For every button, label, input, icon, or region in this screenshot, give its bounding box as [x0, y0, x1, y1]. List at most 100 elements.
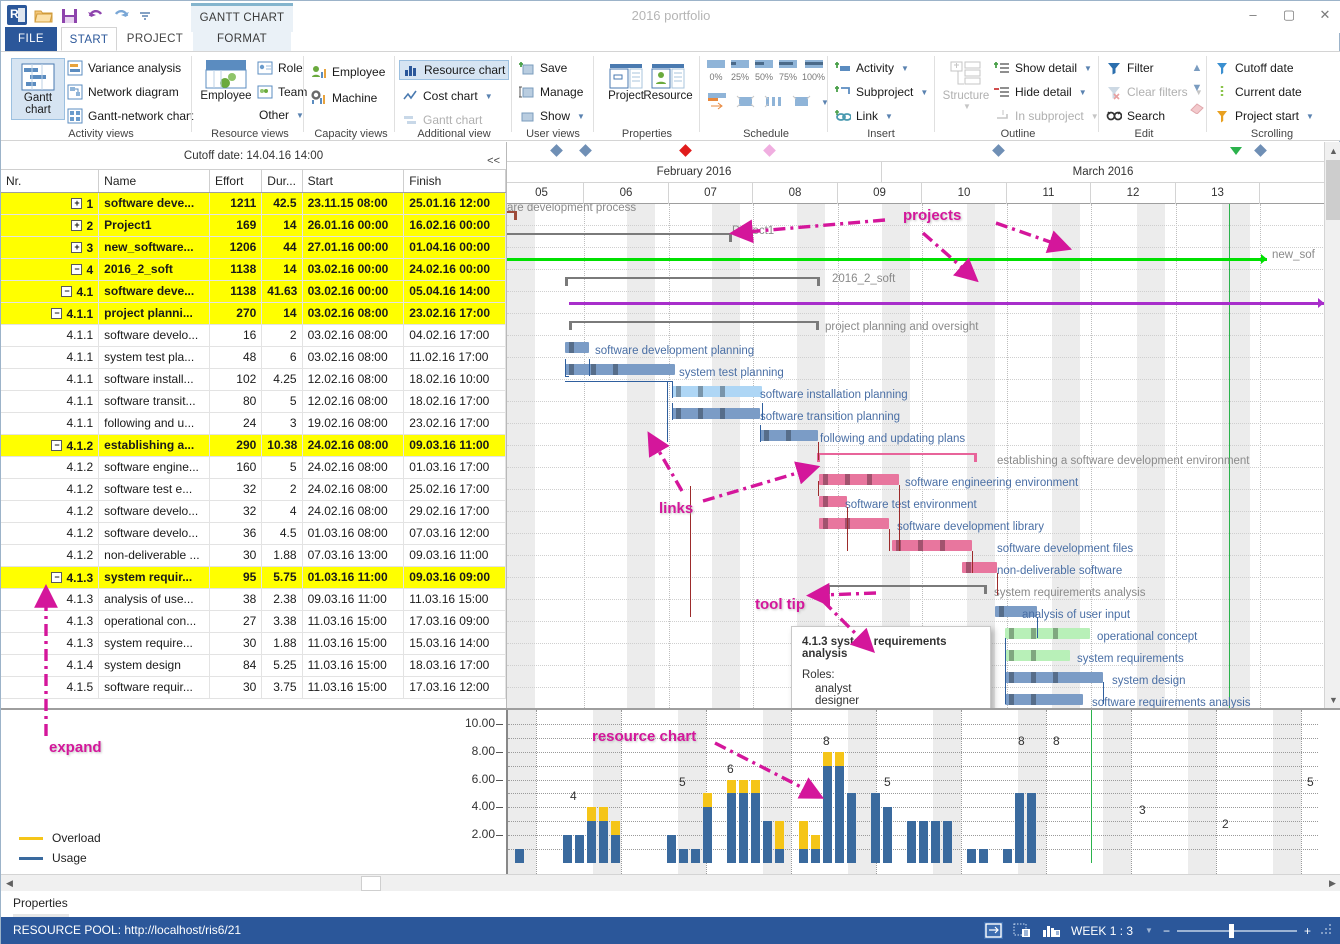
gantt-task-bar[interactable] — [1005, 694, 1083, 705]
table-row[interactable]: 4.1.2 software develo... 36 4.5 01.03.16 08:… — [1, 522, 506, 545]
gantt-task-bar[interactable] — [819, 496, 847, 507]
zoom-in-button[interactable]: + — [1304, 924, 1311, 938]
gantt-summary-bar[interactable] — [565, 277, 820, 279]
col-header-dur[interactable]: Dur... — [261, 170, 303, 193]
resource-bar[interactable] — [1015, 793, 1024, 863]
hscroll-left-arrow[interactable]: ◀ — [1, 875, 18, 892]
user-view-save-button[interactable]: Save — [519, 60, 585, 76]
table-row[interactable]: 4.1.1 system test pla... 48 6 03.02.16 08:00… — [1, 346, 506, 369]
gantt-task-bar[interactable] — [565, 364, 675, 375]
resize-grip-icon[interactable] — [1321, 922, 1333, 939]
show-detail-button[interactable]: Show detail ▼ — [993, 60, 1099, 76]
resource-bar[interactable] — [883, 807, 892, 863]
project-start-button[interactable]: Project start ▼ — [1214, 108, 1314, 124]
table-row[interactable]: 4.1.5 software requir... 30 3.75 11.03.16 15… — [1, 676, 506, 699]
resource-bar[interactable] — [847, 793, 856, 863]
chevron-down-icon[interactable]: ▼ — [1079, 88, 1087, 97]
table-row[interactable]: −4.1.3 system requir... 95 5.75 01.03.16 11:… — [1, 566, 506, 589]
close-button[interactable]: ✕ — [1317, 7, 1333, 23]
scrollbar-thumb[interactable] — [1326, 160, 1340, 220]
chevron-down-icon[interactable]: ▼ — [901, 64, 909, 73]
hscroll-right-arrow[interactable]: ▶ — [1324, 875, 1340, 892]
resource-bar[interactable] — [691, 849, 700, 863]
col-header-effort[interactable]: Effort — [209, 170, 263, 193]
resource-bar[interactable] — [563, 835, 572, 863]
timeline-diamond-marker[interactable] — [550, 144, 563, 157]
col-header-name[interactable]: Name — [98, 170, 210, 193]
employee-view-button[interactable]: Employee — [195, 58, 257, 102]
table-row[interactable]: 4.1.3 operational con... 27 3.38 11.03.16 15… — [1, 610, 506, 633]
timeline-diamond-marker[interactable] — [763, 144, 776, 157]
timeline-diamond-marker[interactable] — [579, 144, 592, 157]
collapse-toggle-icon[interactable]: − — [61, 286, 73, 298]
chevron-down-icon[interactable]: ▼ — [920, 88, 928, 97]
gantt-task-bar[interactable] — [819, 474, 899, 485]
gantt-vertical-scrollbar[interactable]: ▲ ▼ — [1324, 142, 1340, 708]
collapse-pane-button[interactable]: << — [487, 147, 500, 175]
resource-properties-button[interactable]: Resource — [641, 62, 695, 102]
resource-bar[interactable] — [919, 821, 928, 863]
gantt-task-bar[interactable] — [672, 386, 762, 397]
resource-bar[interactable] — [967, 849, 976, 863]
collapse-toggle-icon[interactable]: − — [71, 264, 83, 276]
cutoff-date-button[interactable]: Cutoff date — [1214, 60, 1314, 76]
gantt-summary-bar[interactable] — [817, 453, 977, 455]
progress-75-button[interactable]: 75% — [778, 58, 798, 82]
scroll-up-icon[interactable]: ▲ — [1192, 62, 1203, 74]
scroll-up-arrow[interactable]: ▲ — [1325, 142, 1340, 159]
resource-bar[interactable] — [979, 849, 988, 863]
zoom-slider[interactable]: − + — [1163, 923, 1311, 938]
resource-bar[interactable] — [703, 793, 712, 863]
timeline-diamond-marker[interactable] — [1254, 144, 1267, 157]
progress-50-button[interactable]: 50% — [754, 58, 774, 82]
maximize-button[interactable]: ▢ — [1281, 7, 1297, 23]
gantt-project-line[interactable] — [507, 258, 1267, 261]
table-row[interactable]: 4.1.2 software develo... 32 4 24.02.16 08:00… — [1, 500, 506, 523]
timeline-triangle-marker[interactable] — [1230, 147, 1242, 155]
hide-detail-button[interactable]: Hide detail ▼ — [994, 84, 1099, 100]
resource-bar[interactable] — [823, 751, 832, 863]
schedule-asap-icon[interactable] — [707, 92, 729, 113]
table-row[interactable]: 4.1.1 following and u... 24 3 19.02.16 08:00… — [1, 412, 506, 435]
resource-bar[interactable] — [1003, 849, 1012, 863]
tab-start[interactable]: START — [61, 27, 117, 51]
chevron-down-icon[interactable]: ▼ — [1145, 926, 1153, 935]
resource-bar[interactable] — [931, 821, 940, 863]
table-row[interactable]: 4.1.4 system design 84 5.25 11.03.16 15:00 18… — [1, 654, 506, 677]
gantt-task-bar[interactable] — [760, 430, 818, 441]
gantt-task-bar[interactable] — [892, 540, 972, 551]
gantt-task-bar[interactable] — [672, 408, 760, 419]
resource-bar[interactable] — [835, 751, 844, 863]
collapse-toggle-icon[interactable]: − — [51, 572, 63, 584]
expand-toggle-icon[interactable]: + — [71, 242, 83, 254]
minimize-button[interactable]: – — [1245, 7, 1261, 23]
cost-chart-button[interactable]: Cost chart ▼ — [402, 88, 509, 104]
table-row[interactable]: 4.1.2 software test e... 32 2 24.02.16 08:00… — [1, 478, 506, 501]
zoom-slider-track[interactable] — [1176, 923, 1297, 938]
progress-0-button[interactable]: 0% — [706, 58, 726, 82]
tab-format[interactable]: FORMAT — [193, 27, 291, 51]
hscrollbar-thumb[interactable] — [361, 876, 381, 891]
team-button[interactable]: Team — [257, 84, 307, 100]
resource-bar[interactable] — [1027, 793, 1036, 863]
table-row[interactable]: −4.1.1 project planni... 270 14 03.02.16 08:… — [1, 302, 506, 325]
collapse-toggle-icon[interactable]: − — [51, 440, 63, 452]
resource-bar[interactable] — [599, 807, 608, 863]
resource-bar[interactable] — [515, 849, 524, 863]
expand-toggle-icon[interactable]: + — [71, 220, 83, 232]
table-row[interactable]: +2 Project1 169 14 26.01.16 00:00 16.02.16 00… — [1, 214, 506, 237]
gantt-task-bar[interactable] — [1005, 628, 1090, 639]
resource-bar[interactable] — [763, 821, 772, 863]
schedule-right-icon[interactable] — [791, 92, 813, 113]
horizontal-scrollbar[interactable]: ◀ ▶ — [1, 874, 1340, 891]
resource-bar[interactable] — [907, 821, 916, 863]
table-row[interactable]: +1 software deve... 1211 42.5 23.11.15 08:00… — [1, 192, 506, 215]
gantt-network-chart-button[interactable]: Gantt-network chart — [67, 108, 193, 124]
gantt-summary-bar[interactable] — [569, 321, 819, 323]
resource-bar[interactable] — [679, 849, 688, 863]
chevron-down-icon[interactable]: ▼ — [885, 112, 893, 121]
user-view-manage-button[interactable]: Manage — [519, 84, 585, 100]
zoom-out-button[interactable]: − — [1163, 924, 1170, 938]
expand-toggle-icon[interactable]: + — [71, 198, 83, 210]
gantt-task-bar[interactable] — [1005, 650, 1070, 661]
